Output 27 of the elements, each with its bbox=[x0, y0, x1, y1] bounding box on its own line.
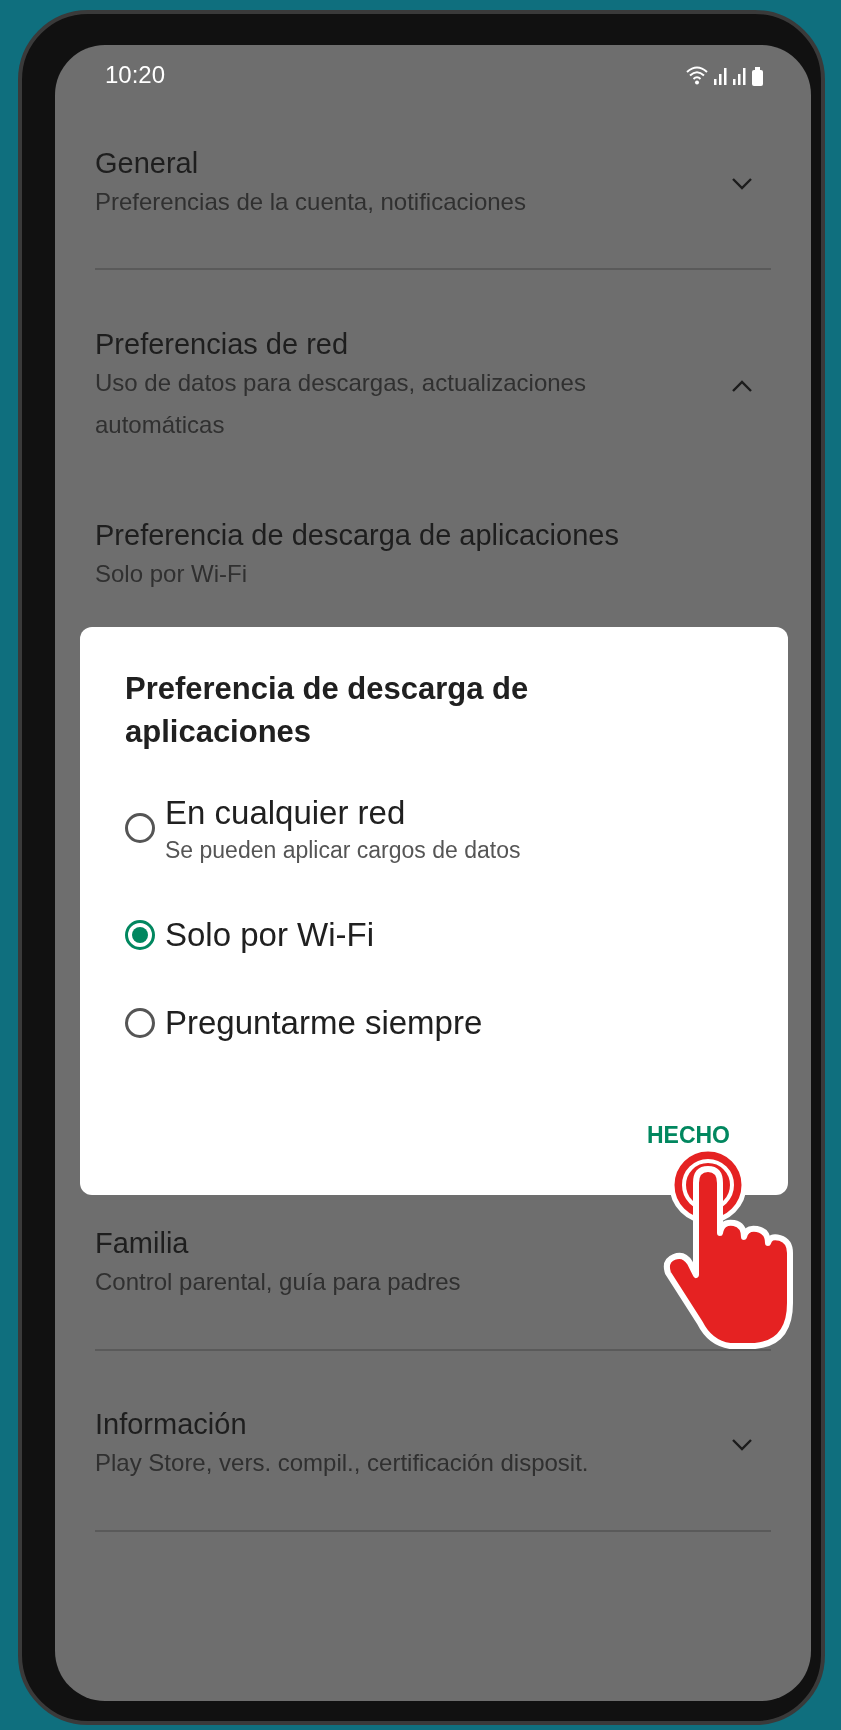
radio-button[interactable] bbox=[125, 813, 155, 843]
section-title: Preferencias de red bbox=[95, 327, 350, 362]
option-label: Preguntarme siempre bbox=[165, 1003, 483, 1043]
item-title: Preferencia de descarga de aplicaciones bbox=[95, 518, 619, 553]
battery-icon bbox=[752, 67, 763, 86]
section-subtitle: Uso de datos para descargas, actualizaciones automáticas bbox=[95, 368, 587, 440]
signal-icon bbox=[733, 68, 747, 86]
section-subtitle: Control parental, guía para padres bbox=[95, 1267, 461, 1297]
radio-button[interactable] bbox=[125, 1008, 155, 1038]
settings-section[interactable]: Preferencias de red Uso de datos para descargas, actualizaciones automáticas bbox=[95, 270, 771, 446]
option-label: En cualquier red bbox=[165, 793, 407, 833]
settings-section[interactable]: Información Play Store, vers. compil., certificación disposit. bbox=[95, 1351, 771, 1530]
status-time: 10:20 bbox=[105, 61, 166, 89]
signal-icon bbox=[714, 68, 728, 86]
settings-section[interactable]: General Preferencias de la cuenta, notificaciones bbox=[95, 105, 771, 268]
settings-item[interactable]: Preferencia de descarga de aplicaciones Solo por Wi-Fi bbox=[95, 446, 771, 595]
option-note: Se pueden aplicar cargos de datos bbox=[165, 836, 521, 865]
section-subtitle: Preferencias de la cuenta, notificaciones bbox=[95, 187, 526, 217]
option-label: Solo por Wi-Fi bbox=[165, 915, 375, 955]
radio-button[interactable] bbox=[125, 920, 155, 950]
item-subtitle: Solo por Wi-Fi bbox=[95, 559, 249, 589]
section-title: General bbox=[95, 146, 200, 181]
wifi-icon bbox=[685, 64, 709, 86]
section-subtitle: Play Store, vers. compil., certificación disposit. bbox=[95, 1448, 589, 1478]
section-title: Información bbox=[95, 1407, 248, 1442]
dialog-title: Preferencia de descarga de aplicaciones bbox=[125, 670, 530, 751]
section-title: Familia bbox=[95, 1226, 190, 1261]
